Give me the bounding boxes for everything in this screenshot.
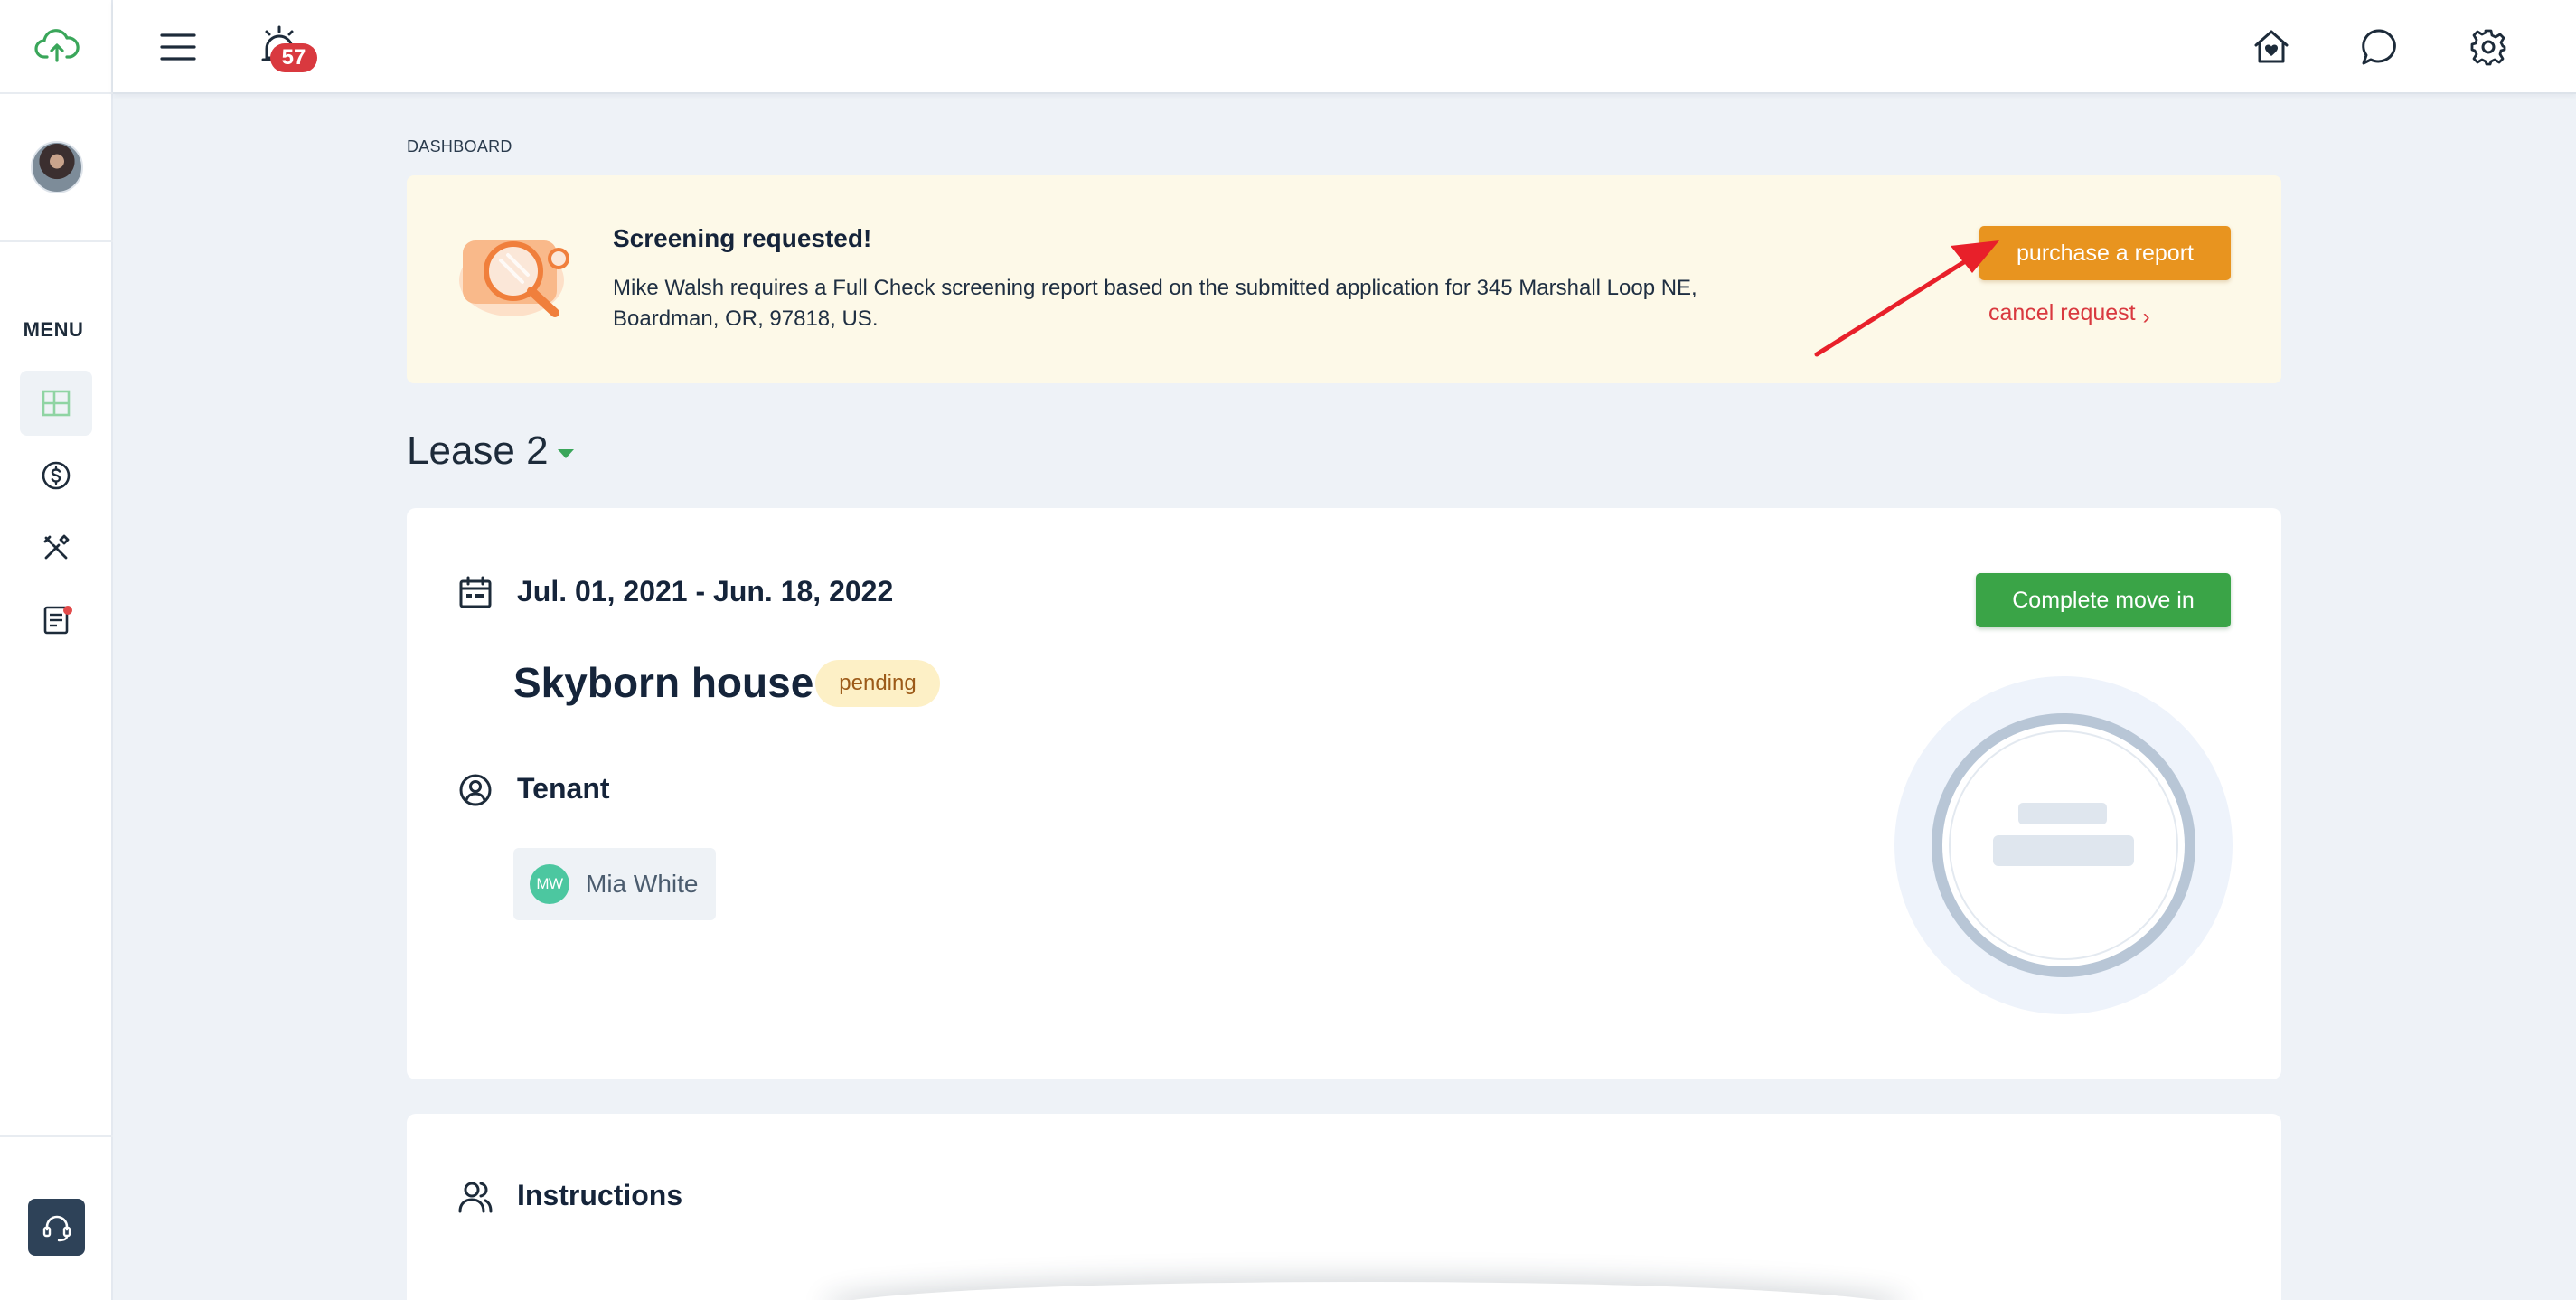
gear-icon (2470, 29, 2506, 66)
lease-card: Jul. 01, 2021 - Jun. 18, 2022 Skyborn ho… (407, 508, 2281, 1079)
dashboard-icon (42, 390, 71, 417)
user-circle-icon (459, 774, 492, 806)
instructions-content-shadow (823, 1282, 1907, 1300)
app-logo[interactable] (0, 0, 113, 94)
calendar-icon (459, 576, 492, 608)
alert-message: Mike Walsh requires a Full Check screeni… (613, 276, 1697, 331)
progress-ring-placeholder (1894, 676, 2233, 1014)
tools-icon (43, 534, 70, 560)
sidebar-footer (0, 1135, 113, 1300)
magnifier-report-icon (459, 240, 569, 317)
home-heart-icon (2254, 30, 2289, 63)
user-avatar-container (0, 94, 113, 242)
cloud-upload-icon (33, 29, 80, 62)
chevron-right-icon: › (2142, 305, 2150, 329)
tenant-name: Mia White (586, 870, 699, 898)
tenant-chip[interactable]: MW Mia White (513, 848, 716, 920)
users-icon (458, 1182, 493, 1213)
menu-icon (160, 33, 196, 61)
screening-alert: Screening requested! Mike Walsh requires… (407, 175, 2281, 383)
complete-move-in-button[interactable]: Complete move in (1976, 573, 2231, 627)
calendar-icon-wrap (456, 573, 495, 613)
top-bar: 57 (113, 0, 2576, 94)
lease-selector[interactable]: Lease 2 (407, 429, 574, 474)
chat-icon (2362, 29, 2396, 65)
alert-title: Screening requested! (613, 224, 872, 252)
sidebar-item-dashboard[interactable] (20, 371, 92, 436)
sidebar-item-documents[interactable] (20, 588, 92, 653)
home-button[interactable] (2246, 22, 2297, 72)
status-badge: pending (815, 660, 940, 707)
sidebar: MENU (0, 0, 113, 1300)
lease-date-range: Jul. 01, 2021 - Jun. 18, 2022 (517, 575, 894, 608)
user-circle-icon-wrap (456, 770, 495, 810)
avatar[interactable] (30, 141, 83, 193)
cancel-request-label: cancel request (1988, 300, 2136, 325)
users-icon-wrap (456, 1177, 495, 1217)
dollar-circle-icon (42, 461, 71, 490)
sidebar-item-payments[interactable] (20, 443, 92, 508)
menu-label: MENU (23, 318, 84, 341)
settings-button[interactable] (2463, 22, 2514, 72)
sidebar-item-maintenance[interactable] (20, 515, 92, 580)
messages-button[interactable] (2355, 22, 2405, 72)
support-button[interactable] (28, 1199, 85, 1256)
instructions-label: Instructions (517, 1179, 683, 1211)
breadcrumb: DASHBOARD (407, 137, 512, 155)
caret-down-icon (557, 449, 574, 458)
headset-icon (42, 1215, 71, 1241)
tenant-label: Tenant (517, 772, 610, 805)
property-name: Skyborn house (513, 659, 814, 706)
tenant-avatar: MW (530, 864, 569, 904)
notification-dot (63, 606, 72, 615)
lease-title: Lease 2 (407, 429, 549, 473)
cancel-request-link[interactable]: cancel request › (1988, 300, 2150, 329)
instructions-card: Instructions (407, 1114, 2281, 1300)
notification-count-badge: 57 (270, 43, 317, 72)
purchase-report-button[interactable]: purchase a report (1979, 226, 2231, 280)
menu-button[interactable] (156, 25, 200, 69)
